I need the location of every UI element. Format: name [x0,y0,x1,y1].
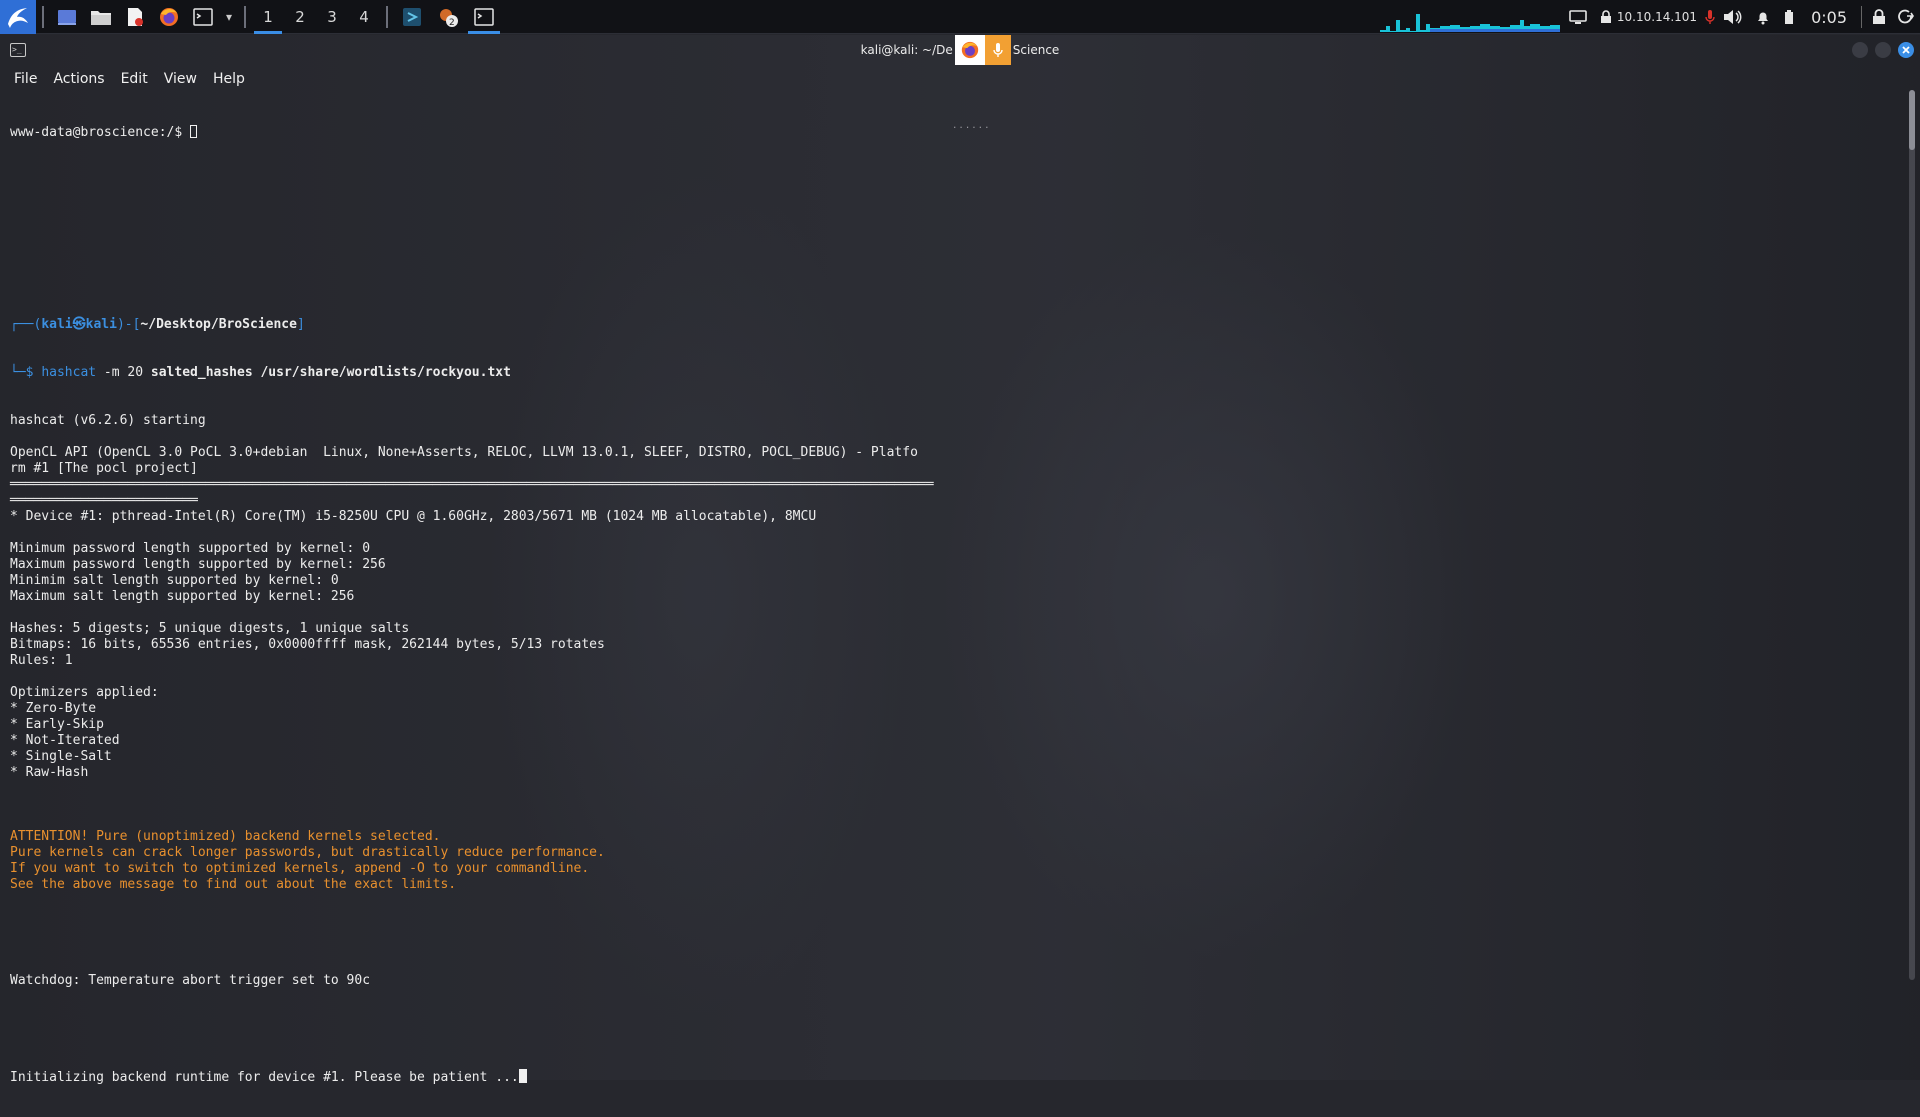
battery-icon[interactable] [1777,0,1801,34]
terminal-window: >_ kali@kali: ~/De Science File Actions [0,35,1920,1085]
top-panel: ▾ 1 2 3 4 2 10.10.14.101 0:05 [0,0,1920,34]
terminal-output[interactable]: www-data@broscience:/$ ┌──(kali㉿kali)-[~… [10,93,1890,1085]
output-line: Bitmaps: 16 bits, 65536 entries, 0x0000f… [10,637,605,652]
menu-file[interactable]: File [6,71,45,87]
clock[interactable]: 0:05 [1801,8,1857,27]
workspace-2[interactable]: 2 [284,0,316,34]
text-editor-icon[interactable] [118,0,152,34]
workspace-3[interactable]: 3 [316,0,348,34]
output-line: ════════════════════════ [10,493,198,508]
microphone-icon[interactable] [1703,0,1717,34]
hashcat-output: hashcat (v6.2.6) starting OpenCL API (Ope… [10,413,1890,797]
command-args: salted_hashes /usr/share/wordlists/rocky… [150,365,511,380]
volume-icon[interactable] [1717,0,1749,34]
command-line: └─$ hashcat -m 20 salted_hashes /usr/sha… [10,365,511,380]
panel-separator [386,5,388,28]
command-name: hashcat [41,365,97,380]
launcher-dropdown-icon[interactable]: ▾ [220,0,238,34]
top-pane-prompt: www-data@broscience:/$ [10,125,1890,141]
scrollbar-thumb[interactable] [1909,90,1915,150]
output-line: Minimum password length supported by ker… [10,541,371,556]
show-desktop-icon[interactable] [50,0,84,34]
attention-line: ATTENTION! Pure (unoptimized) backend ke… [10,829,441,844]
attention-line: Pure kernels can crack longer passwords,… [10,845,605,860]
output-line: Maximum salt length supported by kernel:… [10,589,355,604]
svg-text:2: 2 [449,18,455,28]
prompt-path: ~/Desktop/BroScience [140,317,297,332]
output-line: * Single-Salt [10,749,112,764]
output-line: * Raw-Hash [10,765,89,780]
task-burp-icon[interactable]: 2 [430,0,466,34]
prompt-user-host: kali㉿kali [41,317,117,332]
panel-separator [42,5,44,28]
panel-separator [244,5,246,28]
watchdog-line: Watchdog: Temperature abort trigger set … [10,973,371,988]
notification-bell-icon[interactable] [1749,0,1777,34]
file-manager-icon[interactable] [84,0,118,34]
attention-block: ATTENTION! Pure (unoptimized) backend ke… [10,829,1890,893]
terminal-window-icon[interactable]: >_ [10,43,26,57]
output-line: ════════════════════════════════════════… [10,477,934,492]
output-line: Rules: 1 [10,653,73,668]
init-line: Initializing backend runtime for device … [10,1069,1890,1085]
tray-separator [1861,6,1862,28]
close-button[interactable] [1898,42,1914,58]
output-line: * Early-Skip [10,717,104,732]
minimize-button[interactable] [1852,42,1868,58]
ip-address-text: 10.10.14.101 [1616,10,1698,24]
task-vscode-icon[interactable] [394,0,430,34]
output-line: * Zero-Byte [10,701,97,716]
workspace-1[interactable]: 1 [252,0,284,34]
output-line: Minimim salt length supported by kernel:… [10,573,339,588]
output-line: * Not-Iterated [10,733,120,748]
attention-line: If you want to switch to optimized kerne… [10,861,590,876]
close-icon [1902,46,1910,54]
recording-overlay [954,35,1011,65]
kali-menu-icon[interactable] [0,0,36,34]
microphone-sharing-icon [984,35,1011,65]
task-terminal-icon[interactable] [466,0,502,34]
output-line: hashcat (v6.2.6) starting [10,413,206,428]
maximize-button[interactable] [1875,42,1891,58]
output-line: OpenCL API (OpenCL 3.0 PoCL 3.0+debian L… [10,445,918,460]
attention-line: See the above message to find out about … [10,877,457,892]
terminal-cursor [518,1069,527,1083]
logout-icon[interactable] [1892,0,1920,34]
terminal-launcher-icon[interactable] [186,0,220,34]
screen-icon[interactable] [1563,0,1593,34]
system-tray: 10.10.14.101 0:05 [1563,0,1920,34]
window-controls [1852,42,1914,58]
zsh-prompt-line: ┌──(kali㉿kali)-[~/Desktop/BroScience] [10,317,305,332]
output-line: Hashes: 5 digests; 5 unique digests, 1 u… [10,621,410,636]
vpn-ip-indicator[interactable]: 10.10.14.101 [1593,0,1703,34]
workspace-4[interactable]: 4 [348,0,380,34]
output-line: rm #1 [The pocl project] [10,461,198,476]
menu-help[interactable]: Help [205,71,253,87]
window-title-right: Science [1012,43,1060,57]
firefox-sharing-icon [954,35,985,65]
vpn-lock-icon [1600,10,1611,23]
output-line: * Device #1: pthread-Intel(R) Core(TM) i… [10,509,817,524]
top-pane-cursor [190,125,198,138]
menu-actions[interactable]: Actions [45,71,112,87]
output-line: Optimizers applied: [10,685,159,700]
terminal-scrollbar[interactable] [1909,90,1915,980]
menu-bar: File Actions Edit View Help [6,65,253,93]
menu-view[interactable]: View [156,71,205,87]
window-title: kali@kali: ~/De Science [860,35,1060,65]
lock-screen-icon[interactable] [1866,0,1892,34]
menu-edit[interactable]: Edit [113,71,156,87]
network-traffic-graph [1380,14,1560,32]
firefox-icon[interactable] [152,0,186,34]
window-titlebar[interactable]: >_ kali@kali: ~/De Science [0,35,1920,65]
output-line: Maximum password length supported by ker… [10,557,386,572]
window-title-left: kali@kali: ~/De [860,43,953,57]
